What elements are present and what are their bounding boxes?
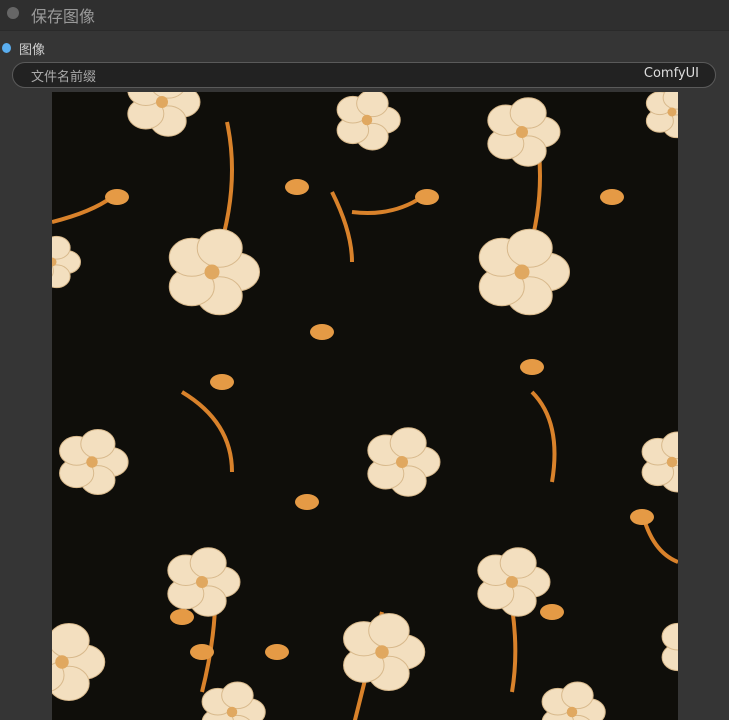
flower	[661, 622, 678, 672]
flower	[336, 92, 401, 151]
flower	[167, 547, 241, 617]
filename-prefix-input[interactable]: 文件名前缀 ComfyUI	[12, 62, 716, 88]
node-title: 保存图像	[31, 7, 96, 26]
collapse-dot-icon[interactable]	[7, 7, 19, 19]
flower	[343, 613, 426, 691]
stem	[180, 390, 234, 473]
save-image-node[interactable]: 保存图像 图像 文件名前缀 ComfyUI	[0, 0, 729, 720]
flower	[52, 235, 81, 289]
bud	[190, 644, 214, 660]
flower	[478, 228, 570, 316]
bud	[265, 644, 289, 660]
flower	[52, 623, 106, 701]
flower	[487, 97, 561, 167]
flower	[201, 681, 266, 720]
node-title-bar[interactable]: 保存图像	[0, 0, 729, 31]
bud	[415, 189, 439, 205]
floral-pattern-image	[52, 92, 678, 720]
input-connector-icon[interactable]	[2, 43, 11, 53]
flower	[127, 92, 201, 137]
input-slot-label: 图像	[19, 43, 46, 58]
filename-prefix-value: ComfyUI	[643, 66, 699, 81]
stem	[530, 390, 557, 483]
flower	[59, 428, 129, 496]
bud	[105, 189, 129, 205]
flower	[541, 681, 606, 720]
stem	[330, 191, 424, 263]
flower	[641, 431, 678, 493]
bud	[210, 374, 234, 390]
flower	[168, 228, 260, 316]
bud	[295, 494, 319, 510]
bud	[310, 324, 334, 340]
flower	[367, 427, 441, 497]
bud	[540, 604, 564, 620]
stem	[52, 195, 114, 224]
image-preview[interactable]	[52, 92, 678, 720]
bud	[630, 509, 654, 525]
flower	[645, 92, 678, 139]
flower	[477, 547, 551, 617]
bud	[520, 359, 544, 375]
bud	[285, 179, 309, 195]
bud	[170, 609, 194, 625]
bud	[600, 189, 624, 205]
filename-prefix-label: 文件名前缀	[31, 70, 97, 85]
